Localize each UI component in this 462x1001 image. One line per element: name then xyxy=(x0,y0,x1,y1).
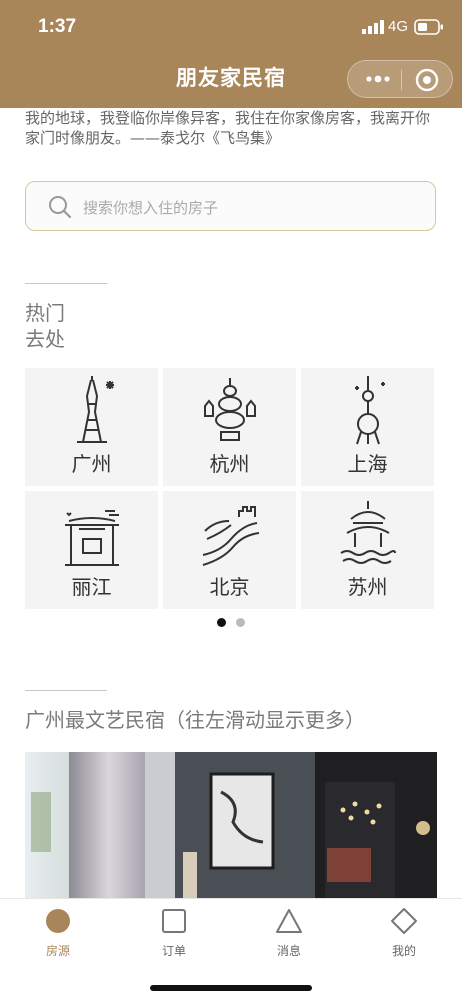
destination-name: 北京 xyxy=(209,575,250,599)
great-wall-icon xyxy=(202,506,260,566)
destination-card-lijiang[interactable]: 丽江 xyxy=(25,491,158,609)
destination-name: 丽江 xyxy=(71,575,112,599)
battery-icon xyxy=(414,19,443,35)
section-title-line: 去处 xyxy=(25,327,65,351)
destination-name: 杭州 xyxy=(209,452,250,476)
close-miniprogram-icon[interactable] xyxy=(414,67,440,93)
tab-messages[interactable]: 消息 xyxy=(231,905,347,965)
network-label: 4G xyxy=(388,18,409,35)
top-bar: 1:37 4G 朋友家民宿 xyxy=(0,0,462,108)
section-title-hot: 热门 去处 xyxy=(25,300,65,352)
destination-name: 广州 xyxy=(71,452,112,476)
status-bar: 1:37 4G xyxy=(0,0,462,56)
search-icon xyxy=(49,196,72,219)
status-time: 1:37 xyxy=(38,16,77,37)
capsule-divider xyxy=(401,70,402,90)
old-town-gate-icon xyxy=(65,510,119,566)
diamond-icon xyxy=(391,908,417,934)
search-bar[interactable]: 搜索你想入住的房子 xyxy=(25,181,436,231)
tab-listings[interactable]: 房源 xyxy=(0,905,116,965)
oriental-pearl-tower-icon xyxy=(355,376,385,445)
quote-text: 我的地球，我登临你岸像异客，我住在你家像房客，我离开你家门时像朋友。——泰戈尔《… xyxy=(25,109,431,147)
indicator-dot[interactable] xyxy=(236,618,245,627)
indicator-dot-active[interactable] xyxy=(217,618,226,627)
room-interior-image xyxy=(25,752,437,900)
section-title-line: 热门 xyxy=(25,301,65,325)
destination-card-hangzhou[interactable]: 杭州 xyxy=(163,368,296,486)
section-divider xyxy=(25,283,107,284)
tab-orders[interactable]: 订单 xyxy=(116,905,232,965)
tab-label: 订单 xyxy=(161,944,186,958)
tab-label: 房源 xyxy=(45,944,70,958)
pavilion-icon xyxy=(340,501,396,564)
destination-card-beijing[interactable]: 北京 xyxy=(163,491,296,609)
section-divider xyxy=(25,690,107,691)
destination-grid: 广州 杭州 上海 丽江 北京 苏州 xyxy=(25,368,436,609)
search-input[interactable]: 搜索你想入住的房子 xyxy=(83,197,218,218)
miniprogram-capsule xyxy=(347,60,453,98)
home-indicator xyxy=(150,985,312,991)
signal-icon xyxy=(362,20,384,34)
destination-card-guangzhou[interactable]: 广州 xyxy=(25,368,158,486)
tab-label: 我的 xyxy=(391,944,416,958)
destination-card-shanghai[interactable]: 上海 xyxy=(301,368,434,486)
destination-card-suzhou[interactable]: 苏州 xyxy=(301,491,434,609)
pagoda-icon xyxy=(204,378,256,441)
tab-label: 消息 xyxy=(276,944,301,958)
more-icon[interactable] xyxy=(364,70,392,88)
canton-tower-icon xyxy=(77,376,114,443)
square-icon xyxy=(162,909,186,933)
tab-mine[interactable]: 我的 xyxy=(346,905,462,965)
destination-name: 上海 xyxy=(347,452,388,476)
circle-icon xyxy=(46,909,70,933)
carousel-indicator[interactable] xyxy=(215,618,247,628)
featured-listing-photo[interactable] xyxy=(25,752,437,900)
section-title-featured: 广州最文艺民宿（往左滑动显示更多） xyxy=(25,708,365,732)
destination-name: 苏州 xyxy=(347,575,388,599)
triangle-icon xyxy=(276,909,302,933)
